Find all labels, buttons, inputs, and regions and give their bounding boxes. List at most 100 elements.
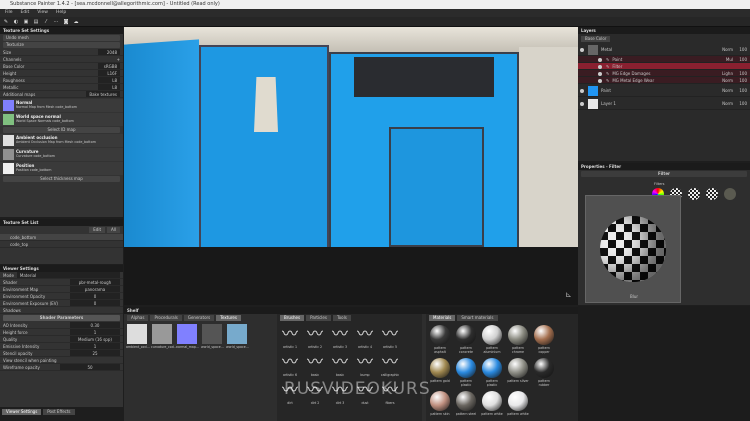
setting-value[interactable]: 1	[70, 343, 120, 349]
material-item[interactable]: pattern chrome	[507, 325, 529, 354]
material-item[interactable]: pattern steel	[455, 391, 477, 416]
shelf-tab[interactable]: Generators	[183, 315, 215, 321]
menu-view[interactable]: View	[37, 9, 48, 17]
texture-item[interactable]: world_space...	[201, 324, 224, 349]
material-item[interactable]: pattern concrete	[455, 325, 477, 354]
add-channel-icon[interactable]: +	[117, 56, 120, 62]
blend-mode[interactable]: Lighn	[722, 70, 733, 76]
visibility-eye-icon[interactable]	[580, 47, 584, 52]
filter-thumb[interactable]	[706, 188, 718, 200]
visibility-eye-icon[interactable]	[580, 88, 584, 93]
visibility-eye-icon[interactable]	[598, 64, 602, 69]
texture-item[interactable]: normal_map...	[176, 324, 199, 349]
baked-map-item[interactable]: Curvature Curvature code_bottom	[0, 148, 123, 161]
blend-mode[interactable]: Mul	[726, 56, 733, 62]
eraser-tool-icon[interactable]: ◐	[13, 19, 19, 25]
material-item[interactable]: pattern silver	[507, 358, 529, 387]
setting-value[interactable]: panorama	[70, 286, 120, 292]
layer-opacity[interactable]	[736, 63, 750, 69]
shader-parameters-header[interactable]: Shader Parameters	[3, 315, 120, 321]
menu-file[interactable]: File	[5, 9, 13, 17]
brush-tab[interactable]: Tools	[332, 315, 351, 321]
layer-opacity[interactable]: 100	[736, 77, 750, 83]
menu-edit[interactable]: Edit	[21, 9, 30, 17]
shelf-tab[interactable]: Textures	[216, 315, 241, 321]
shadows-row[interactable]: Shadows	[0, 307, 123, 314]
channel-format-select[interactable]: L8	[98, 84, 120, 90]
symmetry-icon[interactable]: ⋯	[53, 19, 59, 25]
brush-item[interactable]: 〰 basic	[304, 352, 326, 377]
picker-tool-icon[interactable]: ⁄	[43, 19, 49, 25]
camera-icon[interactable]: ◙	[63, 19, 69, 25]
blend-mode[interactable]: Norm	[722, 43, 733, 55]
select-thickness-map-button[interactable]: Select thickness map	[3, 176, 120, 182]
texturize-button[interactable]: Texturize	[3, 42, 120, 48]
setting-value[interactable]: 0.30	[70, 322, 120, 328]
layer-row[interactable]: Metal Norm 100	[578, 43, 750, 56]
material-item[interactable]: pattern skin	[429, 391, 451, 416]
material-item[interactable]: pattern copper	[533, 325, 555, 354]
material-item[interactable]: pattern plastic	[455, 358, 477, 387]
layer-row[interactable]: ✎ Paint Mul 100	[578, 56, 750, 63]
visibility-eye-icon[interactable]	[598, 71, 602, 76]
visibility-eye-icon[interactable]	[598, 78, 602, 83]
view-stencil-row[interactable]: View stencil when painting	[0, 357, 123, 364]
wireframe-opacity-slider[interactable]: 50	[60, 364, 120, 370]
brush-item[interactable]: 〰 basic	[329, 352, 351, 377]
material-item[interactable]: pattern white	[481, 391, 503, 416]
texture-set-item[interactable]: code_bottom	[0, 234, 123, 241]
baked-map-item[interactable]: Normal Normal Map from Mesh code_bottom	[0, 99, 123, 112]
baked-map-item[interactable]: World space normal World Space Normals co…	[0, 113, 123, 126]
layer-opacity[interactable]: 100	[736, 70, 750, 76]
edit-button[interactable]: Edit	[89, 227, 106, 233]
texture-item[interactable]: ambient_occl...	[126, 324, 150, 349]
blend-mode[interactable]: Norm	[722, 84, 733, 96]
texture-item[interactable]: world_space...	[226, 324, 249, 349]
mode-select[interactable]: Material	[16, 272, 120, 278]
brush-tab[interactable]: Particles	[306, 315, 331, 321]
shelf-tab[interactable]: Procedurals	[150, 315, 182, 321]
texture-item[interactable]: curvature_cod...	[151, 324, 177, 349]
brush-item[interactable]: 〰 artistic 3	[329, 324, 351, 349]
baked-map-item[interactable]: Ambient occlusion Ambient Occlusion Map f…	[0, 134, 123, 147]
material-item[interactable]: pattern plastic	[481, 358, 503, 387]
layer-opacity[interactable]: 100	[736, 84, 750, 96]
layer-opacity[interactable]: 100	[736, 97, 750, 109]
layer-opacity[interactable]: 100	[736, 43, 750, 55]
channel-format-select[interactable]: sRGB8	[98, 63, 120, 69]
setting-value[interactable]: pbr-metal-rough	[70, 279, 120, 285]
all-button[interactable]: All	[107, 227, 120, 233]
bake-textures-button[interactable]: Bake textures	[86, 91, 120, 97]
material-item[interactable]: pattern rubber	[533, 358, 555, 387]
tab-post-effects[interactable]: Post Effects	[43, 409, 75, 415]
layer-row[interactable]: Paint Norm 100	[578, 84, 750, 97]
filter-header[interactable]: Filter	[581, 171, 747, 177]
setting-value[interactable]: 0	[70, 293, 120, 299]
undo-mesh-button[interactable]: Undo mesh	[3, 35, 120, 41]
brush-item[interactable]: 〰 artistic 1	[279, 324, 301, 349]
material-tab[interactable]: Smart materials	[457, 315, 498, 321]
brush-item[interactable]: 〰 artistic 4	[354, 324, 376, 349]
stencil-opacity-slider[interactable]: 25	[70, 350, 120, 356]
menu-help[interactable]: Help	[56, 9, 66, 17]
channel-format-select[interactable]: L16F	[98, 70, 120, 76]
geometry-tool-icon[interactable]: ▤	[33, 19, 39, 25]
material-tab[interactable]: Materials	[429, 315, 456, 321]
layer-row[interactable]: ✎ Filter	[578, 63, 750, 70]
setting-value[interactable]: 1	[70, 329, 120, 335]
filter-thumb[interactable]	[724, 188, 736, 200]
material-item[interactable]: pattern asphalt	[429, 325, 451, 354]
brush-tab[interactable]: Brushes	[280, 315, 305, 321]
shelf-tab[interactable]: Alphas	[127, 315, 149, 321]
brush-item[interactable]: 〰 artistic 2	[304, 324, 326, 349]
tab-viewer-settings[interactable]: Viewer Settings	[2, 409, 42, 415]
layer-row[interactable]: ✎ MG Edge Damages Lighn 100	[578, 70, 750, 77]
baked-map-item[interactable]: Position Position code_bottom	[0, 162, 123, 175]
material-item[interactable]: pattern aluminium	[481, 325, 503, 354]
channel-select[interactable]: Base Color	[581, 35, 611, 42]
select-id-map-button[interactable]: Select ID map	[3, 127, 120, 133]
3d-viewport[interactable]: ⊾	[124, 27, 578, 305]
brush-item[interactable]: 〰 bump	[354, 352, 376, 377]
screenshot-icon[interactable]: ☁	[73, 19, 79, 25]
material-item[interactable]: pattern gold	[429, 358, 451, 387]
